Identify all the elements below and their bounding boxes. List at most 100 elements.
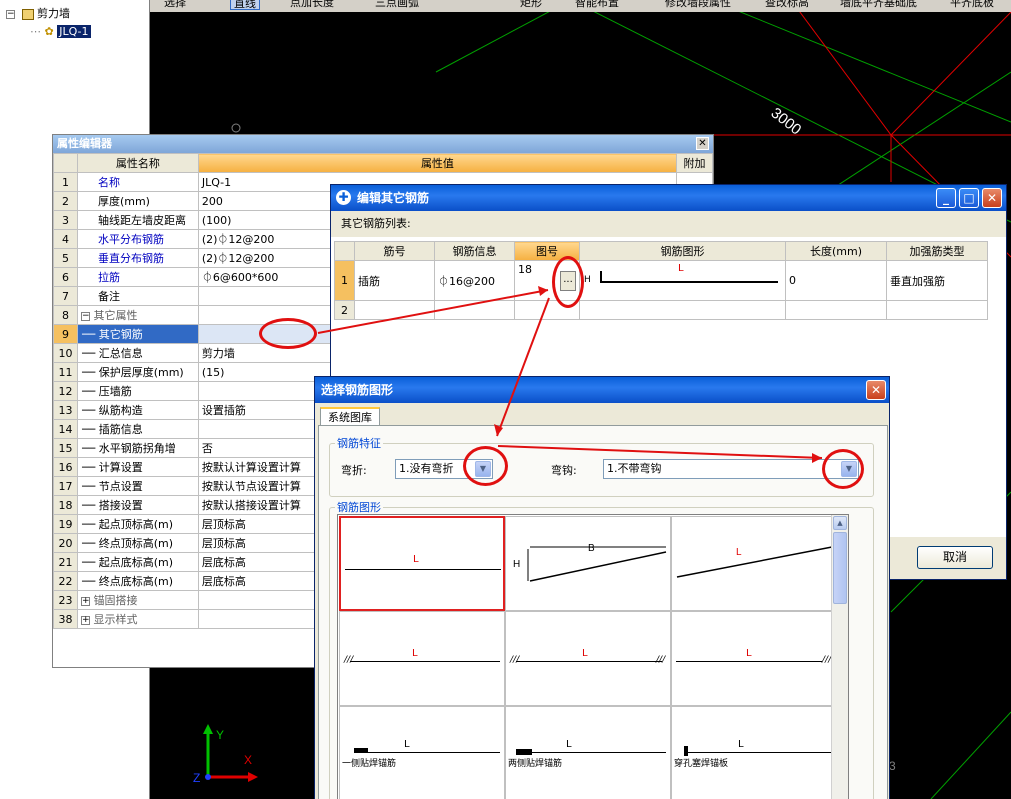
shape-cell-hook-left[interactable]: /// L <box>339 611 505 706</box>
axis-y-arrow <box>203 724 213 734</box>
drawing-toolbar: 选择 直线 点加长度 三点画弧 矩形 智能布置 修改墙段属性 查改标高 墙底平齐… <box>150 0 1011 12</box>
header-type: 加强筋类型 <box>886 241 988 261</box>
rebar-list-table: 筋号 钢筋信息 图号 钢筋图形 长度(mm) 加强筋类型 1 插筋 ⏀16@20… <box>334 241 988 320</box>
prop-name: ── 插筋信息 <box>76 419 199 439</box>
shape-label-l: L <box>413 554 419 565</box>
shape-cell-one-side-weld[interactable]: L 一侧贴焊锚筋 <box>339 706 505 799</box>
prop-name: ── 压墙筋 <box>76 381 199 401</box>
shape-caption: 穿孔塞焊锚板 <box>674 759 729 769</box>
prop-name-text: 水平钢筋拐角增 <box>98 442 176 455</box>
shape-label-b: B <box>588 543 595 554</box>
prop-name-group[interactable]: − 其它属性 <box>76 305 199 325</box>
bar-name-cell[interactable]: 插筋 <box>354 260 435 301</box>
type-cell[interactable]: 垂直加强筋 <box>886 260 988 301</box>
prop-name-group[interactable]: + 显示样式 <box>76 609 199 629</box>
shape-cell-incline[interactable]: L <box>671 516 839 611</box>
close-icon[interactable]: ✕ <box>866 380 886 400</box>
table-row[interactable]: 1 插筋 ⏀16@200 18 ... H L 0 垂直加强筋 <box>334 260 988 301</box>
toolbar-modify-wall[interactable]: 修改墙段属性 <box>665 0 731 10</box>
axis-y-label: Y <box>216 728 224 742</box>
row-number: 2 <box>53 191 78 211</box>
shape-cell-hook-both[interactable]: /// /// L <box>505 611 671 706</box>
bar-info-cell[interactable]: ⏀16@200 <box>434 260 515 301</box>
collapse-icon[interactable]: − <box>80 311 90 321</box>
prop-name-text: 纵筋构造 <box>98 404 143 417</box>
table-row[interactable]: 2 <box>334 300 988 320</box>
row-number: 18 <box>53 495 78 515</box>
row-number: 23 <box>53 590 78 610</box>
header-corner <box>53 153 78 173</box>
toolbar-point-length[interactable]: 点加长度 <box>290 0 334 10</box>
expand-icon[interactable]: + <box>80 596 90 606</box>
empty-cell[interactable] <box>434 300 515 320</box>
list-label-bar: 其它钢筋列表: <box>331 211 1006 237</box>
shape-cell-two-side-weld[interactable]: L 两侧贴焊锚筋 <box>505 706 671 799</box>
cad-marker <box>231 123 241 133</box>
shape-cell-straight[interactable]: L <box>339 516 505 611</box>
property-editor-title: 属性编辑器 <box>57 137 112 150</box>
weld-block <box>516 749 532 755</box>
prop-name-text: 压墙筋 <box>98 385 132 398</box>
scroll-thumb[interactable] <box>833 532 847 604</box>
expand-icon[interactable]: + <box>80 615 90 625</box>
shape-cell-plug-weld[interactable]: L 穿孔塞焊锚板 <box>671 706 839 799</box>
prop-name: ── 水平钢筋拐角增 <box>76 438 199 458</box>
minimize-icon[interactable]: _ <box>936 188 956 208</box>
header-length: 长度(mm) <box>785 241 887 261</box>
hook-select[interactable]: 1.不带弯钩 ▼ <box>603 459 859 479</box>
empty-cell[interactable] <box>354 300 435 320</box>
shape-grid: L H B L /// L /// /// L /// L L 一侧贴焊锚筋 L… <box>337 514 849 799</box>
shape-label-h: H <box>513 559 520 570</box>
weld-mark-icon: /// <box>822 655 832 665</box>
group-label: 其它属性 <box>93 309 138 322</box>
tree-node-jlq[interactable]: ⋯ ✿ JLQ-1 <box>30 24 91 40</box>
row-number: 38 <box>53 609 78 629</box>
axis-origin <box>205 774 211 780</box>
scroll-up-icon[interactable]: ▲ <box>833 516 847 530</box>
list-label: 其它钢筋列表: <box>341 217 411 230</box>
edit-rebar-title: 编辑其它钢筋 <box>357 191 430 205</box>
row-number: 8 <box>53 305 78 325</box>
prop-name: 名称 <box>76 172 199 192</box>
prop-name: ── 起点顶标高(m) <box>76 514 199 534</box>
toolbar-three-point-arc[interactable]: 三点画弧 <box>375 0 419 10</box>
shape-line <box>345 569 501 570</box>
cancel-button[interactable]: 取消 <box>917 546 993 569</box>
toolbar-line[interactable]: 直线 <box>230 0 260 10</box>
toolbar-check-elevation[interactable]: 查改标高 <box>765 0 809 10</box>
shape-cell-sloped[interactable]: H B <box>505 516 671 611</box>
tab-system-library[interactable]: 系统图库 <box>320 407 380 425</box>
toolbar-flush-slab[interactable]: 平齐底板 <box>950 0 994 10</box>
edit-rebar-titlebar: ✚ 编辑其它钢筋 _ □ ✕ <box>331 185 1006 211</box>
prop-name-text: 终点底标高(m) <box>98 575 174 588</box>
header-shape: 钢筋图形 <box>579 241 786 261</box>
empty-cell[interactable] <box>785 300 887 320</box>
select-shape-title: 选择钢筋图形 <box>321 383 394 397</box>
hook-value: 1.不带弯钩 <box>607 462 662 475</box>
shape-label-l: L <box>746 648 752 659</box>
empty-cell[interactable] <box>886 300 988 320</box>
scrollbar[interactable]: ▲ <box>831 515 848 799</box>
close-icon[interactable]: ✕ <box>982 188 1002 208</box>
toolbar-wall-bottom[interactable]: 墙底平齐基础底 <box>840 0 917 10</box>
row-number: 5 <box>53 248 78 268</box>
highlight-ring <box>822 449 864 489</box>
shape-line <box>516 752 666 753</box>
row-number: 11 <box>53 362 78 382</box>
toolbar-smart-layout[interactable]: 智能布置 <box>575 0 619 10</box>
prop-name: ── 其它钢筋 <box>76 324 199 344</box>
shape-cell-hook-right[interactable]: /// L <box>671 611 839 706</box>
select-shape-titlebar: 选择钢筋图形 ✕ <box>315 377 889 403</box>
prop-name-group[interactable]: + 锚固搭接 <box>76 590 199 610</box>
toolbar-rectangle[interactable]: 矩形 <box>520 0 542 10</box>
shape-line <box>686 752 832 753</box>
collapse-icon[interactable]: − <box>6 9 15 19</box>
length-cell[interactable]: 0 <box>785 260 887 301</box>
close-icon[interactable]: ✕ <box>696 137 709 150</box>
maximize-icon[interactable]: □ <box>959 188 979 208</box>
row-number: 20 <box>53 533 78 553</box>
empty-cell[interactable] <box>579 300 786 320</box>
tree-node-shear-wall[interactable]: − 剪力墙 <box>6 6 70 22</box>
toolbar-select[interactable]: 选择 <box>164 0 186 10</box>
prop-name: ── 汇总信息 <box>76 343 199 363</box>
